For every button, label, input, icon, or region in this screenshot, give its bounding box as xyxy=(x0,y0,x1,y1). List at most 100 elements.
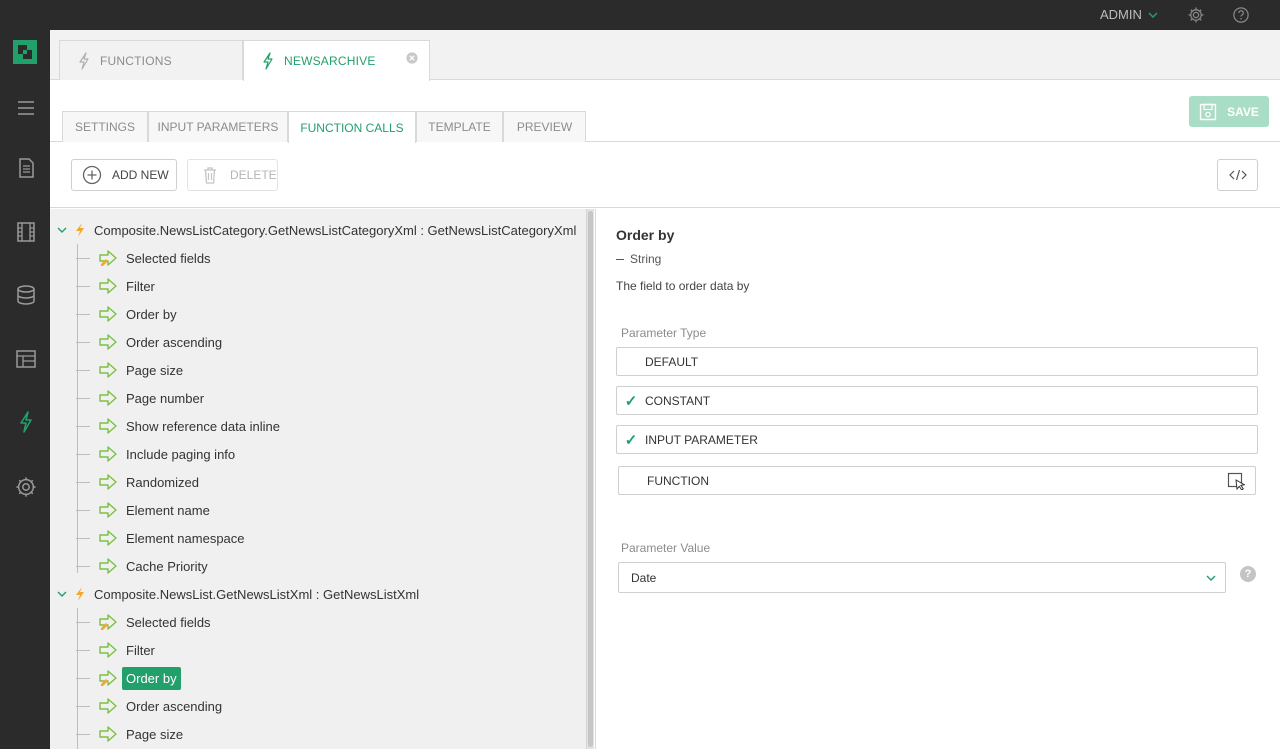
edited-parameter-icon xyxy=(99,614,117,630)
layout-icon[interactable] xyxy=(15,348,37,370)
tree-item-label: Filter xyxy=(126,278,155,294)
tree-item-show-reference-data-inline[interactable]: Show reference data inline xyxy=(76,414,284,438)
gear-icon[interactable] xyxy=(1187,6,1205,24)
tab-label: SETTINGS xyxy=(74,120,135,134)
tab-function-calls[interactable]: FUNCTION CALLS xyxy=(288,111,416,143)
tree-item-label: Show reference data inline xyxy=(126,418,280,434)
arrow-right-icon xyxy=(99,418,117,434)
delete-button[interactable]: DELETE xyxy=(187,159,278,191)
data-icon[interactable] xyxy=(15,284,37,306)
user-menu-label: ADMIN xyxy=(1100,7,1142,22)
menu-icon[interactable] xyxy=(15,97,37,119)
tree-item-label: Selected fields xyxy=(126,250,211,266)
plus-circle-icon xyxy=(82,165,102,185)
tree-item-filter[interactable]: Filter xyxy=(76,274,159,298)
arrow-right-icon xyxy=(99,726,117,742)
tree-item-order-ascending[interactable]: Order ascending xyxy=(76,694,226,718)
help-icon[interactable] xyxy=(1232,6,1250,24)
tree-group-node[interactable]: Composite.NewsList.GetNewsListXml : GetN… xyxy=(56,582,419,606)
select-function-icon[interactable] xyxy=(1227,472,1245,490)
parameter-description: The field to order data by xyxy=(616,279,750,293)
option-label: CONSTANT xyxy=(645,393,711,408)
arrow-right-icon xyxy=(99,530,117,546)
top-bar: ADMIN xyxy=(0,0,1280,30)
tree-item-include-paging-info[interactable]: Include paging info xyxy=(76,442,239,466)
tree-item-selected-fields[interactable]: Selected fields xyxy=(76,246,215,270)
tree-item-page-size[interactable]: Page size xyxy=(76,358,187,382)
arrow-right-icon xyxy=(99,334,117,350)
check-icon: ✓ xyxy=(624,392,638,410)
tree-group-node[interactable]: Composite.NewsListCategory.GetNewsListCa… xyxy=(56,218,576,242)
parameter-value-heading: Parameter Value xyxy=(621,541,711,555)
tree-item-order-ascending[interactable]: Order ascending xyxy=(76,330,226,354)
chevron-down-icon[interactable] xyxy=(56,224,68,236)
arrow-right-icon xyxy=(99,698,117,714)
add-new-button[interactable]: ADD NEW xyxy=(71,159,177,191)
main-panel: FUNCTIONS NEWSARCHIVE SETTINGS INPUT PAR… xyxy=(50,30,1280,749)
save-button[interactable]: SAVE xyxy=(1189,96,1269,127)
option-label: INPUT PARAMETER xyxy=(645,432,758,447)
option-constant[interactable]: ✓ CONSTANT xyxy=(616,386,1258,415)
option-default[interactable]: DEFAULT xyxy=(616,347,1258,376)
sidebar xyxy=(0,0,50,749)
tree-item-randomized[interactable]: Randomized xyxy=(76,470,203,494)
parameter-detail-panel: Order by String The field to order data … xyxy=(595,209,1280,749)
tree-scrollbar[interactable] xyxy=(586,209,594,749)
tab-template[interactable]: TEMPLATE xyxy=(416,111,503,142)
scrollbar-thumb[interactable] xyxy=(588,211,593,747)
function-calls-tree: Composite.NewsListCategory.GetNewsListCa… xyxy=(50,209,586,749)
tree-item-label: Order by xyxy=(126,306,177,322)
bolt-icon xyxy=(79,51,89,70)
parameter-type: String xyxy=(616,252,661,266)
tab-settings[interactable]: SETTINGS xyxy=(62,111,148,142)
functions-icon[interactable] xyxy=(15,411,37,433)
tab-input-parameters[interactable]: INPUT PARAMETERS xyxy=(148,111,288,142)
user-menu[interactable]: ADMIN xyxy=(1100,7,1158,22)
parameter-type-label: String xyxy=(630,252,662,266)
tab-newsarchive[interactable]: NEWSARCHIVE xyxy=(243,40,430,81)
tree-item-label: Cache Priority xyxy=(126,558,208,574)
option-label: DEFAULT xyxy=(645,354,699,369)
save-icon xyxy=(1199,103,1217,120)
tree-item-label: Element name xyxy=(126,502,210,518)
edited-parameter-icon xyxy=(99,670,117,686)
arrow-right-icon xyxy=(99,278,117,294)
tree-item-label: Order by xyxy=(122,666,181,690)
settings-icon[interactable] xyxy=(15,476,37,498)
tab-preview[interactable]: PREVIEW xyxy=(503,111,586,142)
trash-icon xyxy=(204,167,216,184)
tab-label: FUNCTIONS xyxy=(100,53,172,68)
tree-item-element-namespace[interactable]: Element namespace xyxy=(76,526,249,550)
arrow-right-icon xyxy=(99,502,117,518)
tree-item-cache-priority[interactable]: Cache Priority xyxy=(76,554,212,578)
tab-label: TEMPLATE xyxy=(428,120,491,134)
parameter-value-select[interactable]: Date xyxy=(618,562,1226,593)
add-new-label: ADD NEW xyxy=(112,168,169,182)
tab-label: INPUT PARAMETERS xyxy=(157,120,279,134)
logo-icon xyxy=(13,40,37,64)
content-icon[interactable] xyxy=(15,157,37,179)
tree-item-page-number[interactable]: Page number xyxy=(76,386,208,410)
tree-item-page-size[interactable]: Page size xyxy=(76,722,187,746)
option-function[interactable]: FUNCTION xyxy=(618,466,1256,495)
tree-item-label: Order ascending xyxy=(126,334,223,350)
tree-item-order-by-selected[interactable]: Order by xyxy=(76,666,181,690)
bolt-icon xyxy=(76,223,84,237)
bolt-icon xyxy=(263,52,273,70)
media-icon[interactable] xyxy=(15,221,37,243)
tree-item-order-by[interactable]: Order by xyxy=(76,302,181,326)
tree-item-selected-fields[interactable]: Selected fields xyxy=(76,610,215,634)
tree-item-label: Page size xyxy=(126,362,184,378)
tree-item-filter[interactable]: Filter xyxy=(76,638,159,662)
tab-label: NEWSARCHIVE xyxy=(284,54,376,68)
bolt-icon xyxy=(76,587,84,601)
help-icon[interactable]: ? xyxy=(1240,566,1256,582)
close-icon[interactable] xyxy=(406,49,418,67)
tab-functions[interactable]: FUNCTIONS xyxy=(59,40,243,80)
parameter-type-heading: Parameter Type xyxy=(621,326,707,340)
source-code-button[interactable] xyxy=(1217,159,1258,191)
chevron-down-icon[interactable] xyxy=(56,588,68,600)
tree-item-element-name[interactable]: Element name xyxy=(76,498,214,522)
option-input-parameter[interactable]: ✓ INPUT PARAMETER xyxy=(616,425,1258,454)
tree-item-label: Filter xyxy=(126,642,155,658)
